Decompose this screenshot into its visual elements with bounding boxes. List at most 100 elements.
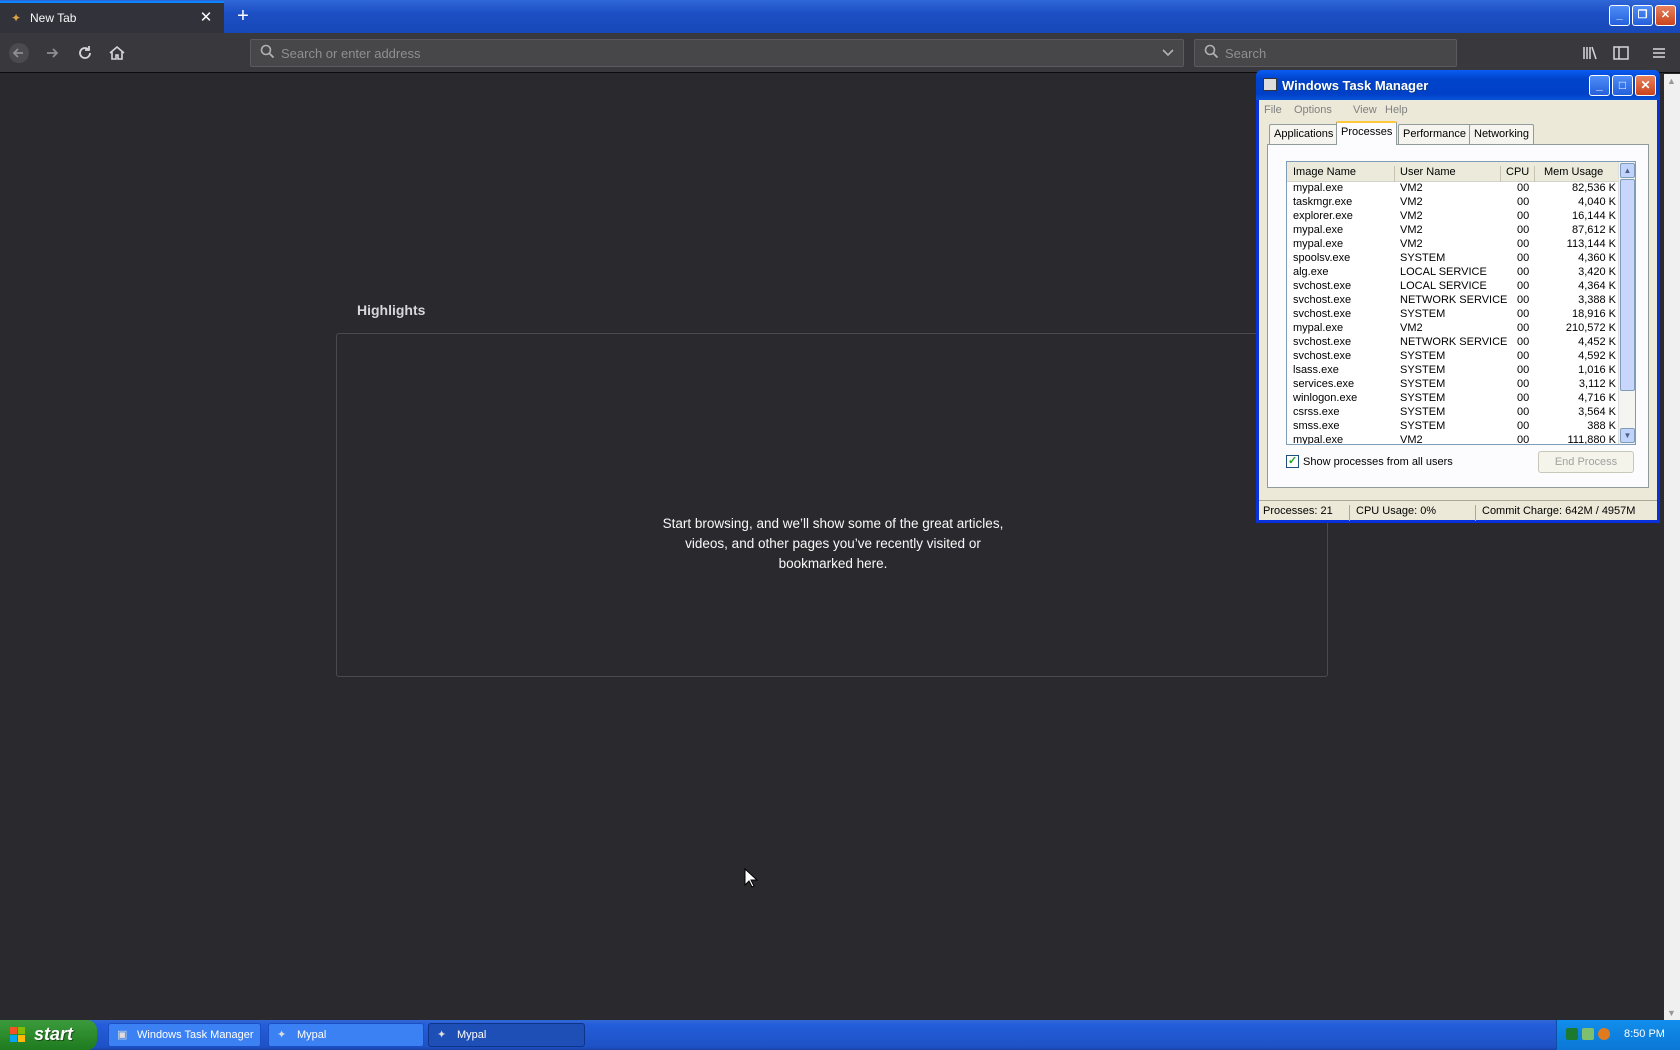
user-name-cell: LOCAL SERVICE (1400, 266, 1487, 278)
menu-options[interactable]: Options (1294, 104, 1332, 116)
sidebar-icon[interactable] (1610, 42, 1632, 64)
status-commit-charge: Commit Charge: 642M / 4957M (1482, 505, 1636, 517)
process-list-scrollbar[interactable]: ▲ ▼ (1618, 162, 1635, 444)
table-row[interactable]: alg.exe LOCAL SERVICE 00 3,420 K (1287, 266, 1620, 280)
image-name-cell: svchost.exe (1293, 294, 1352, 306)
tab-applications[interactable]: Applications (1269, 124, 1339, 144)
table-row[interactable]: svchost.exe NETWORK SERVICE 00 4,452 K (1287, 336, 1620, 350)
table-row[interactable]: svchost.exe NETWORK SERVICE 00 3,388 K (1287, 294, 1620, 308)
end-process-button[interactable]: End Process (1538, 451, 1634, 473)
message-line: Start browsing, and we’ll show some of t… (662, 516, 1004, 531)
mem-usage-cell: 82,536 K (1571, 182, 1616, 194)
start-button[interactable]: start (0, 1020, 97, 1050)
close-window-button[interactable]: ✕ (1655, 5, 1676, 26)
library-icon[interactable] (1579, 42, 1601, 64)
scroll-up-icon[interactable]: ▲ (1667, 76, 1676, 86)
reload-icon[interactable] (74, 42, 96, 64)
scroll-down-icon[interactable]: ▼ (1620, 428, 1635, 443)
show-all-users-checkbox[interactable]: Show processes from all users (1286, 454, 1453, 468)
cpu-cell: 00 (1517, 420, 1530, 432)
new-tab-button[interactable]: + (232, 5, 254, 27)
table-row[interactable]: mypal.exe VM2 00 82,536 K (1287, 182, 1620, 196)
column-image-name[interactable]: Image Name (1293, 166, 1356, 178)
tab-processes[interactable]: Processes (1336, 121, 1398, 145)
taskbar-item-mypal[interactable]: ✦ Mypal (268, 1023, 424, 1047)
maximize-button[interactable]: □ (1612, 75, 1633, 96)
checkbox-checked[interactable] (1286, 454, 1299, 468)
tab-new-tab[interactable]: ✦ New Tab ✕ (0, 1, 224, 33)
taskmgr-tray-icon[interactable] (1566, 1028, 1578, 1040)
user-name-cell: SYSTEM (1400, 364, 1446, 376)
process-list[interactable]: Image Name User Name CPU Mem Usage mypal… (1286, 161, 1636, 445)
close-tab-icon[interactable]: ✕ (198, 10, 214, 26)
table-row[interactable]: svchost.exe SYSTEM 00 4,592 K (1287, 350, 1620, 364)
taskbar-item-label: Mypal (457, 1029, 487, 1041)
image-name-cell: taskmgr.exe (1293, 196, 1353, 208)
table-row[interactable]: winlogon.exe SYSTEM 00 4,716 K (1287, 392, 1620, 406)
clock: 8:50 PM (1624, 1028, 1665, 1040)
tab-performance[interactable]: Performance (1398, 124, 1471, 144)
user-name-cell: VM2 (1400, 238, 1423, 250)
mem-usage-cell: 388 K (1587, 420, 1616, 432)
column-mem-usage[interactable]: Mem Usage (1544, 166, 1603, 178)
search-input[interactable] (1225, 43, 1445, 63)
cpu-cell: 00 (1517, 196, 1530, 208)
table-row[interactable]: mypal.exe VM2 00 210,572 K (1287, 322, 1620, 336)
table-row[interactable]: spoolsv.exe SYSTEM 00 4,360 K (1287, 252, 1620, 266)
taskbar-item-mypal-active[interactable]: ✦ Mypal (428, 1023, 585, 1047)
scroll-down-icon[interactable]: ▼ (1667, 1008, 1676, 1018)
menu-file[interactable]: File (1264, 104, 1282, 116)
cpu-cell: 00 (1517, 336, 1530, 348)
mem-usage-cell: 113,144 K (1566, 238, 1616, 250)
taskbar-item-label: Windows Task Manager (137, 1029, 254, 1041)
cpu-cell: 00 (1517, 308, 1530, 320)
security-icon[interactable] (1598, 1028, 1610, 1040)
table-row[interactable]: mypal.exe VM2 00 111,880 K (1287, 434, 1620, 445)
mem-usage-cell: 3,564 K (1578, 406, 1616, 418)
table-row[interactable]: mypal.exe VM2 00 87,612 K (1287, 224, 1620, 238)
minimize-window-button[interactable]: _ (1609, 5, 1630, 26)
table-row[interactable]: explorer.exe VM2 00 16,144 K (1287, 210, 1620, 224)
table-row[interactable]: taskmgr.exe VM2 00 4,040 K (1287, 196, 1620, 210)
menu-icon[interactable] (1648, 42, 1670, 64)
back-icon[interactable] (8, 42, 30, 64)
column-cpu[interactable]: CPU (1506, 166, 1529, 178)
table-row[interactable]: smss.exe SYSTEM 00 388 K (1287, 420, 1620, 434)
forward-icon[interactable] (41, 42, 63, 64)
scrollbar-thumb[interactable] (1620, 179, 1635, 391)
close-button[interactable]: ✕ (1635, 75, 1656, 96)
table-row[interactable]: services.exe SYSTEM 00 3,112 K (1287, 378, 1620, 392)
user-name-cell: VM2 (1400, 210, 1423, 222)
tab-networking[interactable]: Networking (1469, 124, 1535, 144)
table-row[interactable]: svchost.exe SYSTEM 00 18,916 K (1287, 308, 1620, 322)
table-row[interactable]: mypal.exe VM2 00 113,144 K (1287, 238, 1620, 252)
user-name-cell: SYSTEM (1400, 308, 1446, 320)
page-scrollbar[interactable]: ▲ ▼ (1664, 74, 1680, 1020)
process-rows: mypal.exe VM2 00 82,536 K taskmgr.exe VM2 00 4,… (1287, 182, 1620, 445)
menu-bar: File Options View Help (1259, 100, 1657, 120)
taskbar-item-task-manager[interactable]: ▣ Windows Task Manager (108, 1023, 261, 1047)
user-name-cell: SYSTEM (1400, 378, 1446, 390)
minimize-button[interactable]: _ (1589, 75, 1610, 96)
scroll-up-icon[interactable]: ▲ (1620, 163, 1635, 178)
user-name-cell: VM2 (1400, 196, 1423, 208)
cpu-cell: 00 (1517, 434, 1530, 445)
menu-view[interactable]: View (1353, 104, 1377, 116)
home-icon[interactable] (106, 42, 128, 64)
table-row[interactable]: csrss.exe SYSTEM 00 3,564 K (1287, 406, 1620, 420)
chevron-down-icon[interactable] (1161, 45, 1175, 62)
table-row[interactable]: svchost.exe LOCAL SERVICE 00 4,364 K (1287, 280, 1620, 294)
restore-window-button[interactable]: ❐ (1632, 5, 1653, 26)
network-icon[interactable] (1582, 1028, 1594, 1040)
table-row[interactable]: lsass.exe SYSTEM 00 1,016 K (1287, 364, 1620, 378)
menu-help[interactable]: Help (1385, 104, 1408, 116)
task-manager-window[interactable]: Windows Task Manager _ □ ✕ File Options … (1256, 70, 1660, 523)
column-user-name[interactable]: User Name (1400, 166, 1456, 178)
image-name-cell: svchost.exe (1293, 280, 1352, 292)
user-name-cell: SYSTEM (1400, 406, 1446, 418)
address-bar[interactable] (250, 39, 1184, 67)
address-input[interactable] (281, 43, 1121, 63)
mem-usage-cell: 87,612 K (1571, 224, 1616, 236)
search-bar[interactable] (1194, 39, 1457, 67)
task-manager-titlebar[interactable]: Windows Task Manager _ □ ✕ (1256, 70, 1660, 100)
